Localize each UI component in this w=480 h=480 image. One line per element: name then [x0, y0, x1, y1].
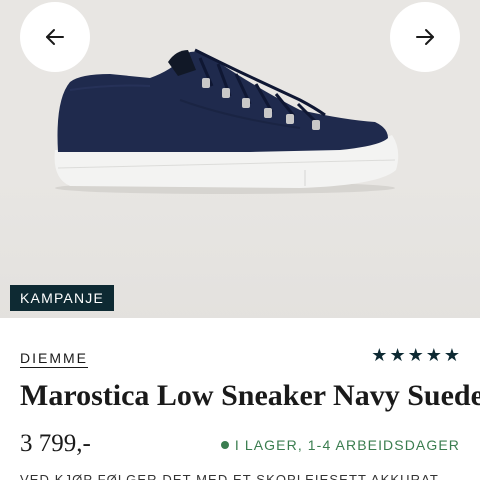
campaign-badge: KAMPANJE [10, 285, 115, 311]
brand-link[interactable]: DIEMME [20, 350, 88, 368]
previous-image-button[interactable] [20, 2, 90, 72]
star-icon: ★ [389, 345, 406, 365]
in-stock-dot-icon [220, 441, 229, 449]
stock-status: I LAGER, 1-4 ARBEIDSDAGER [220, 437, 460, 453]
star-icon: ★ [425, 345, 442, 365]
product-price: 3 799,- [20, 430, 91, 457]
next-image-button[interactable] [390, 2, 460, 72]
stock-status-text: I LAGER, 1-4 ARBEIDSDAGER [234, 437, 460, 453]
product-title: Marostica Low Sneaker Navy Suede [20, 379, 480, 412]
star-icon: ★ [407, 345, 424, 365]
rating-stars[interactable]: ★ ★ ★ ★ ★ [371, 346, 460, 364]
promo-text: VED KJØP FØLGER DET MED ET SKOPLEIESETT … [20, 472, 439, 480]
arrow-left-icon [46, 29, 64, 45]
product-image-gallery[interactable]: KAMPANJE [0, 0, 480, 318]
star-icon: ★ [443, 345, 460, 365]
star-icon: ★ [371, 345, 388, 365]
arrow-right-icon [416, 29, 434, 45]
